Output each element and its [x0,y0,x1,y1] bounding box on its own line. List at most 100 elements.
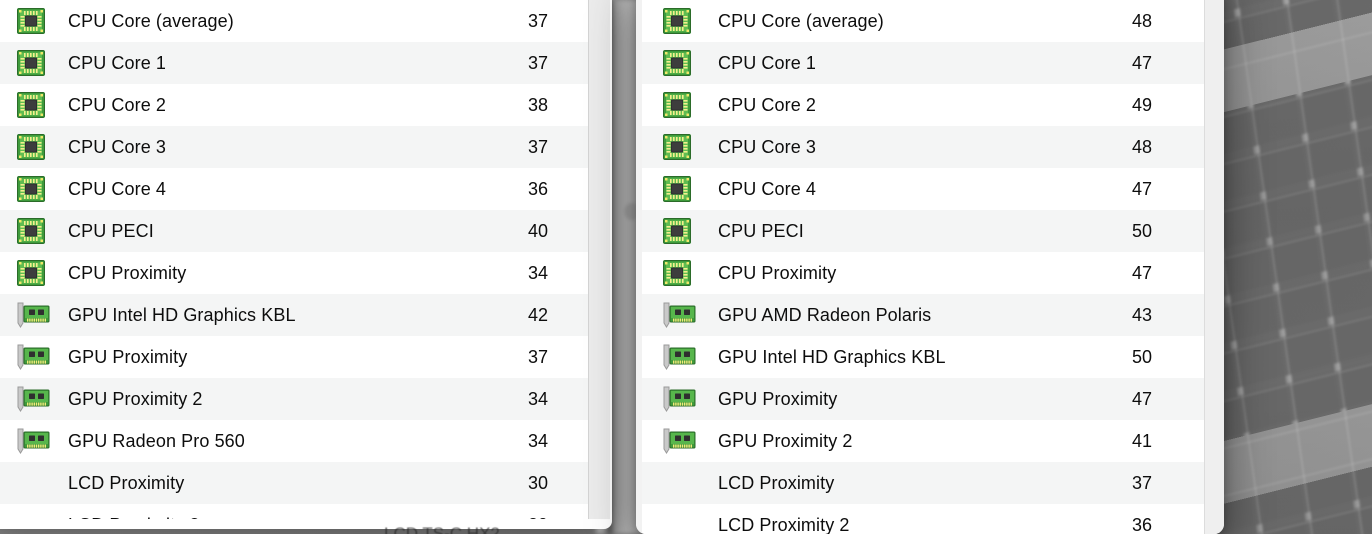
sensor-temperature: 49 [1131,94,1152,115]
sensor-icon-cell [16,175,68,203]
table-row[interactable]: CPU PECI 50 [642,210,1220,252]
sensor-temperature: 47 [1131,52,1152,73]
gpu-card-icon [663,386,696,412]
table-row[interactable]: GPU AMD Radeon Polaris 43 [642,294,1220,336]
table-row[interactable]: LCD Proximity 229 [0,504,588,519]
sensor-temperature: 37 [527,52,548,73]
table-row[interactable]: LCD Proximity 30 [0,462,588,504]
sensor-icon-cell [662,386,718,412]
sensor-name: GPU Proximity 2 [68,388,203,409]
sensor-icon-cell [16,428,68,454]
sensor-icon-cell [16,49,68,77]
left-vertical-scrollbar[interactable] [588,0,610,519]
foreground-sensor-window[interactable]: CPU Core (average) 48 CPU Core 1 47 CPU … [636,0,1224,534]
gpu-card-icon [663,302,696,328]
table-row[interactable]: CPU PECI 40 [0,210,588,252]
sensor-temperature: 38 [527,94,548,115]
left-sensor-list[interactable]: CPU Core (average) 37 CPU Core 1 37 CPU … [0,0,588,519]
sensor-icon-cell [662,428,718,454]
sensor-icon-cell [16,217,68,245]
sensor-icon-cell [16,91,68,119]
table-row[interactable]: GPU Proximity 37 [0,336,588,378]
cpu-chip-icon [663,8,691,34]
sensor-name: CPU Core 2 [718,94,817,115]
sensor-name: CPU Core 2 [68,94,167,115]
sensor-name: LCD Proximity 2 [68,515,462,520]
sensor-icon-cell [662,344,718,370]
sensor-name: CPU Core 1 [68,52,167,73]
table-row[interactable]: LCD Proximity 37 [642,462,1220,504]
sensor-name: GPU Proximity [718,388,838,409]
table-row[interactable]: CPU Core 2 38 [0,84,588,126]
gpu-card-icon [17,302,50,328]
table-row[interactable]: GPU Intel HD Graphics KBL 50 [642,336,1220,378]
sensor-temperature: 48 [1131,136,1152,157]
table-row[interactable]: CPU Core 2 49 [642,84,1220,126]
table-row[interactable]: CPU Proximity 34 [0,252,588,294]
sensor-icon-cell [16,259,68,287]
sensor-temperature: 37 [527,136,548,157]
right-vertical-scrollbar[interactable] [1204,0,1224,534]
cpu-chip-icon [17,8,45,34]
right-sensor-list[interactable]: CPU Core (average) 48 CPU Core 1 47 CPU … [642,0,1220,534]
table-row[interactable]: CPU Core (average) 37 [0,0,588,42]
table-row[interactable]: LCD Proximity 2 36 [642,504,1220,534]
table-row[interactable]: CPU Core 3 48 [642,126,1220,168]
sensor-icon-cell [662,175,718,203]
gpu-card-icon [17,386,50,412]
table-row[interactable]: GPU Proximity 47 [642,378,1220,420]
cpu-chip-icon [17,260,45,286]
cpu-chip-icon [663,176,691,202]
table-row[interactable]: GPU Proximity 2 41 [642,420,1220,462]
sensor-icon-cell [16,7,68,35]
sensor-temperature: 42 [527,304,548,325]
sensor-name: LCD Proximity 2 [718,514,850,534]
sensor-icon-cell [662,302,718,328]
table-row[interactable]: CPU Core 4 36 [0,168,588,210]
sensor-name: GPU Intel HD Graphics KBL [718,346,946,367]
table-row[interactable]: CPU Core (average) 48 [642,0,1220,42]
sensor-temperature: 36 [1131,514,1152,534]
sensor-name: CPU PECI [68,220,154,241]
cpu-chip-icon [17,92,45,118]
sensor-name: CPU Core (average) [68,10,234,31]
cpu-chip-icon [663,260,691,286]
sensor-name: GPU Radeon Pro 560 [68,430,245,451]
sensor-temperature: 47 [1131,262,1152,283]
sensor-temperature: 37 [1131,472,1152,493]
cpu-chip-icon [663,134,691,160]
table-row[interactable]: GPU Proximity 2 34 [0,378,588,420]
table-row[interactable]: CPU Core 1 37 [0,42,588,84]
sensor-name: CPU Core 1 [718,52,817,73]
sensor-name: GPU AMD Radeon Polaris [718,304,932,325]
table-row[interactable]: GPU Intel HD Graphics KBL 42 [0,294,588,336]
sensor-temperature: 47 [1131,388,1152,409]
sensor-name: GPU Proximity [68,346,188,367]
sensor-name: GPU Proximity 2 [718,430,853,451]
sensor-temperature: 43 [1131,304,1152,325]
sensor-icon-cell [662,259,718,287]
cpu-chip-icon [663,92,691,118]
sensor-temperature: 34 [527,388,548,409]
table-row[interactable]: GPU Radeon Pro 560 34 [0,420,588,462]
sensor-name: GPU Intel HD Graphics KBL [68,304,296,325]
table-row[interactable]: CPU Core 3 37 [0,126,588,168]
sensor-temperature: 50 [1131,220,1152,241]
gpu-card-icon [17,344,50,370]
cpu-chip-icon [663,218,691,244]
table-row[interactable]: CPU Core 1 47 [642,42,1220,84]
cpu-chip-icon [17,176,45,202]
gpu-card-icon [663,428,696,454]
sensor-name: CPU Proximity [718,262,837,283]
table-row[interactable]: CPU Proximity 47 [642,252,1220,294]
background-sensor-window[interactable]: CPU Core (average) 37 CPU Core 1 37 CPU … [0,0,612,529]
sensor-name: LCD Proximity [718,472,835,493]
table-row[interactable]: CPU Core 4 47 [642,168,1220,210]
sensor-icon-cell [662,49,718,77]
sensor-name: CPU Core (average) [718,10,884,31]
cpu-chip-icon [17,218,45,244]
sensor-temperature: 29 [462,515,572,520]
sensor-name: CPU Core 4 [718,178,817,199]
sensor-name: CPU PECI [718,220,804,241]
sensor-icon-cell [16,302,68,328]
